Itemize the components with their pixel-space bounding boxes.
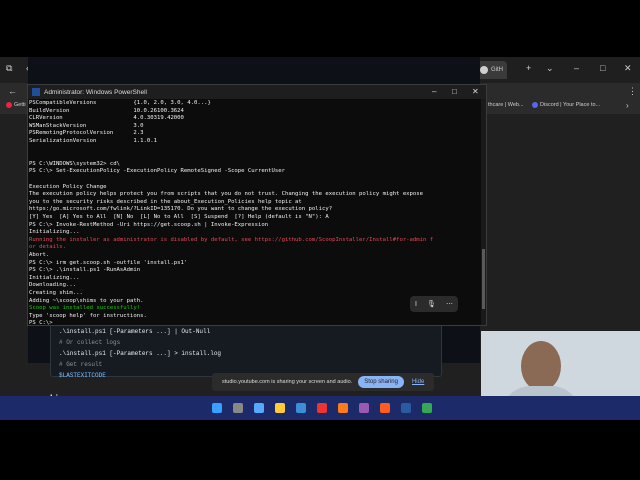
bookmark-item[interactable]: Getti <box>6 102 26 108</box>
taskbar-app-icon[interactable] <box>359 403 369 413</box>
terminal-line: SerializationVersion 1.1.0.1 <box>29 138 157 144</box>
floating-toolbar: I 🎙 ⋯ <box>410 296 458 312</box>
powershell-icon <box>32 88 40 96</box>
terminal-line: or details. <box>29 244 67 251</box>
powershell-title-bar[interactable]: Administrator: Windows PowerShell – □ ✕ <box>28 85 486 99</box>
maximize-icon[interactable]: □ <box>600 63 605 73</box>
terminal-line: Initializing... <box>29 274 80 281</box>
taskbar-app-icon[interactable] <box>275 403 285 413</box>
terminal-line: Abort. <box>29 252 50 258</box>
code-line: .\install.ps1 [-Parameters ...] | Out-Nu… <box>59 328 211 335</box>
terminal-line: [Y] Yes [A] Yes to All [N] No [L] No to … <box>29 214 329 220</box>
more-options-icon[interactable]: ⋯ <box>446 300 453 308</box>
new-tab-icon[interactable]: + <box>526 63 531 73</box>
bookmark-favicon-icon <box>6 102 12 108</box>
terminal-line: PS C:\> .\install.ps1 -RunAsAdmin <box>29 267 141 274</box>
taskbar-app-icon[interactable] <box>338 403 348 413</box>
terminal-output[interactable]: PSCompatibleVersions {1.0, 2.0, 3.0, 4.0… <box>28 99 480 325</box>
microphone-icon[interactable]: 🎙 <box>427 300 436 308</box>
terminal-line: PS C:\> Invoke-RestMethod -Uri https://g… <box>29 221 269 228</box>
terminal-line: BuildVersion 10.0.26100.3624 <box>29 107 184 114</box>
cursor-icon[interactable]: I <box>415 301 417 308</box>
menu-icon[interactable]: ⋮ <box>628 86 637 97</box>
browser-tab[interactable]: GitH <box>476 61 507 79</box>
bookmark-label: Getti <box>14 102 26 108</box>
code-line: # Get result <box>59 361 103 368</box>
bookmark-label: Discord | Your Place to... <box>540 102 601 108</box>
minimize-button[interactable]: – <box>432 87 436 96</box>
tab-label: GitH <box>491 67 503 73</box>
hide-button[interactable]: Hide <box>412 379 424 385</box>
chevron-down-icon[interactable]: ⌄ <box>546 63 554 74</box>
taskbar-app-icon[interactable] <box>212 403 222 413</box>
terminal-line: Initializing... <box>29 229 80 236</box>
window-title: Administrator: Windows PowerShell <box>44 88 147 96</box>
terminal-line: PSCompatibleVersions {1.0, 2.0, 3.0, 4.0… <box>29 100 211 106</box>
terminal-line: WSManStackVersion 3.0 <box>29 122 144 129</box>
bookmark-item[interactable]: thcare | Web... <box>488 102 524 108</box>
tab-favicon-icon <box>480 66 488 74</box>
terminal-line: The execution policy helps protect you f… <box>29 191 424 198</box>
close-icon[interactable]: ✕ <box>624 63 632 74</box>
terminal-line: you to the security risks described in t… <box>29 198 302 205</box>
terminal-line: Creating shim... <box>29 290 83 296</box>
bookmark-label: thcare | Web... <box>488 102 524 108</box>
code-line: .\install.ps1 [-Parameters ...] > instal… <box>59 350 222 357</box>
code-line: # Or collect logs <box>59 339 121 346</box>
back-icon[interactable]: ← <box>8 86 17 96</box>
taskbar-app-icon[interactable] <box>401 403 411 413</box>
terminal-line: PS C:\> irm get.scoop.sh -outfile 'insta… <box>29 259 188 266</box>
taskbar-app-icon[interactable] <box>296 403 306 413</box>
terminal-line: CLRVersion 4.0.30319.42000 <box>29 115 184 122</box>
stop-sharing-button[interactable]: Stop sharing <box>358 376 404 388</box>
taskbar-app-icon[interactable] <box>233 403 243 413</box>
terminal-line: Scoop was installed successfully! <box>29 305 141 312</box>
person-head <box>521 341 561 391</box>
minimize-icon[interactable]: – <box>574 63 579 73</box>
terminal-line: Running the installer as administrator i… <box>29 236 434 243</box>
terminal-line: https:/go.microsoft.com/fwlink/?LinkID=1… <box>29 206 333 213</box>
taskbar-app-icon[interactable] <box>254 403 264 413</box>
scrollbar-thumb[interactable] <box>482 249 485 309</box>
taskbar <box>0 396 640 420</box>
terminal-line: PS C:\> Set-ExecutionPolicy -ExecutionPo… <box>29 168 285 175</box>
terminal-line: Downloading... <box>29 282 77 289</box>
terminal-line: PSRemotingProtocolVersion 2.3 <box>29 130 144 137</box>
powershell-window[interactable]: Administrator: Windows PowerShell – □ ✕ … <box>27 84 487 326</box>
taskbar-app-icon[interactable] <box>422 403 432 413</box>
screen-sharing-bar: studio.youtube.com is sharing your scree… <box>212 373 434 391</box>
terminal-line: PS C:\> <box>29 320 53 325</box>
terminal-line: Execution Policy Change <box>29 183 107 190</box>
maximize-button[interactable]: □ <box>452 87 457 96</box>
terminal-line: Adding ~\scoop\shims to your path. <box>29 297 144 304</box>
terminal-line: PS C:\WINDOWS\system32> cd\ <box>29 160 120 167</box>
discord-icon <box>532 102 538 108</box>
taskbar-app-icon[interactable] <box>380 403 390 413</box>
terminal-line: Type 'scoop help' for instructions. <box>29 312 147 319</box>
scrollbar[interactable] <box>481 99 486 325</box>
taskbar-app-icon[interactable] <box>317 403 327 413</box>
sharing-message: studio.youtube.com is sharing your scree… <box>222 379 353 385</box>
code-line: $LASTEXITCODE <box>59 372 106 379</box>
more-bookmarks-icon[interactable]: › <box>626 101 629 110</box>
bookmark-item[interactable]: Discord | Your Place to... <box>532 102 600 108</box>
close-button[interactable]: ✕ <box>472 87 479 96</box>
tab-actions-icon[interactable]: ⧉ <box>6 63 12 74</box>
